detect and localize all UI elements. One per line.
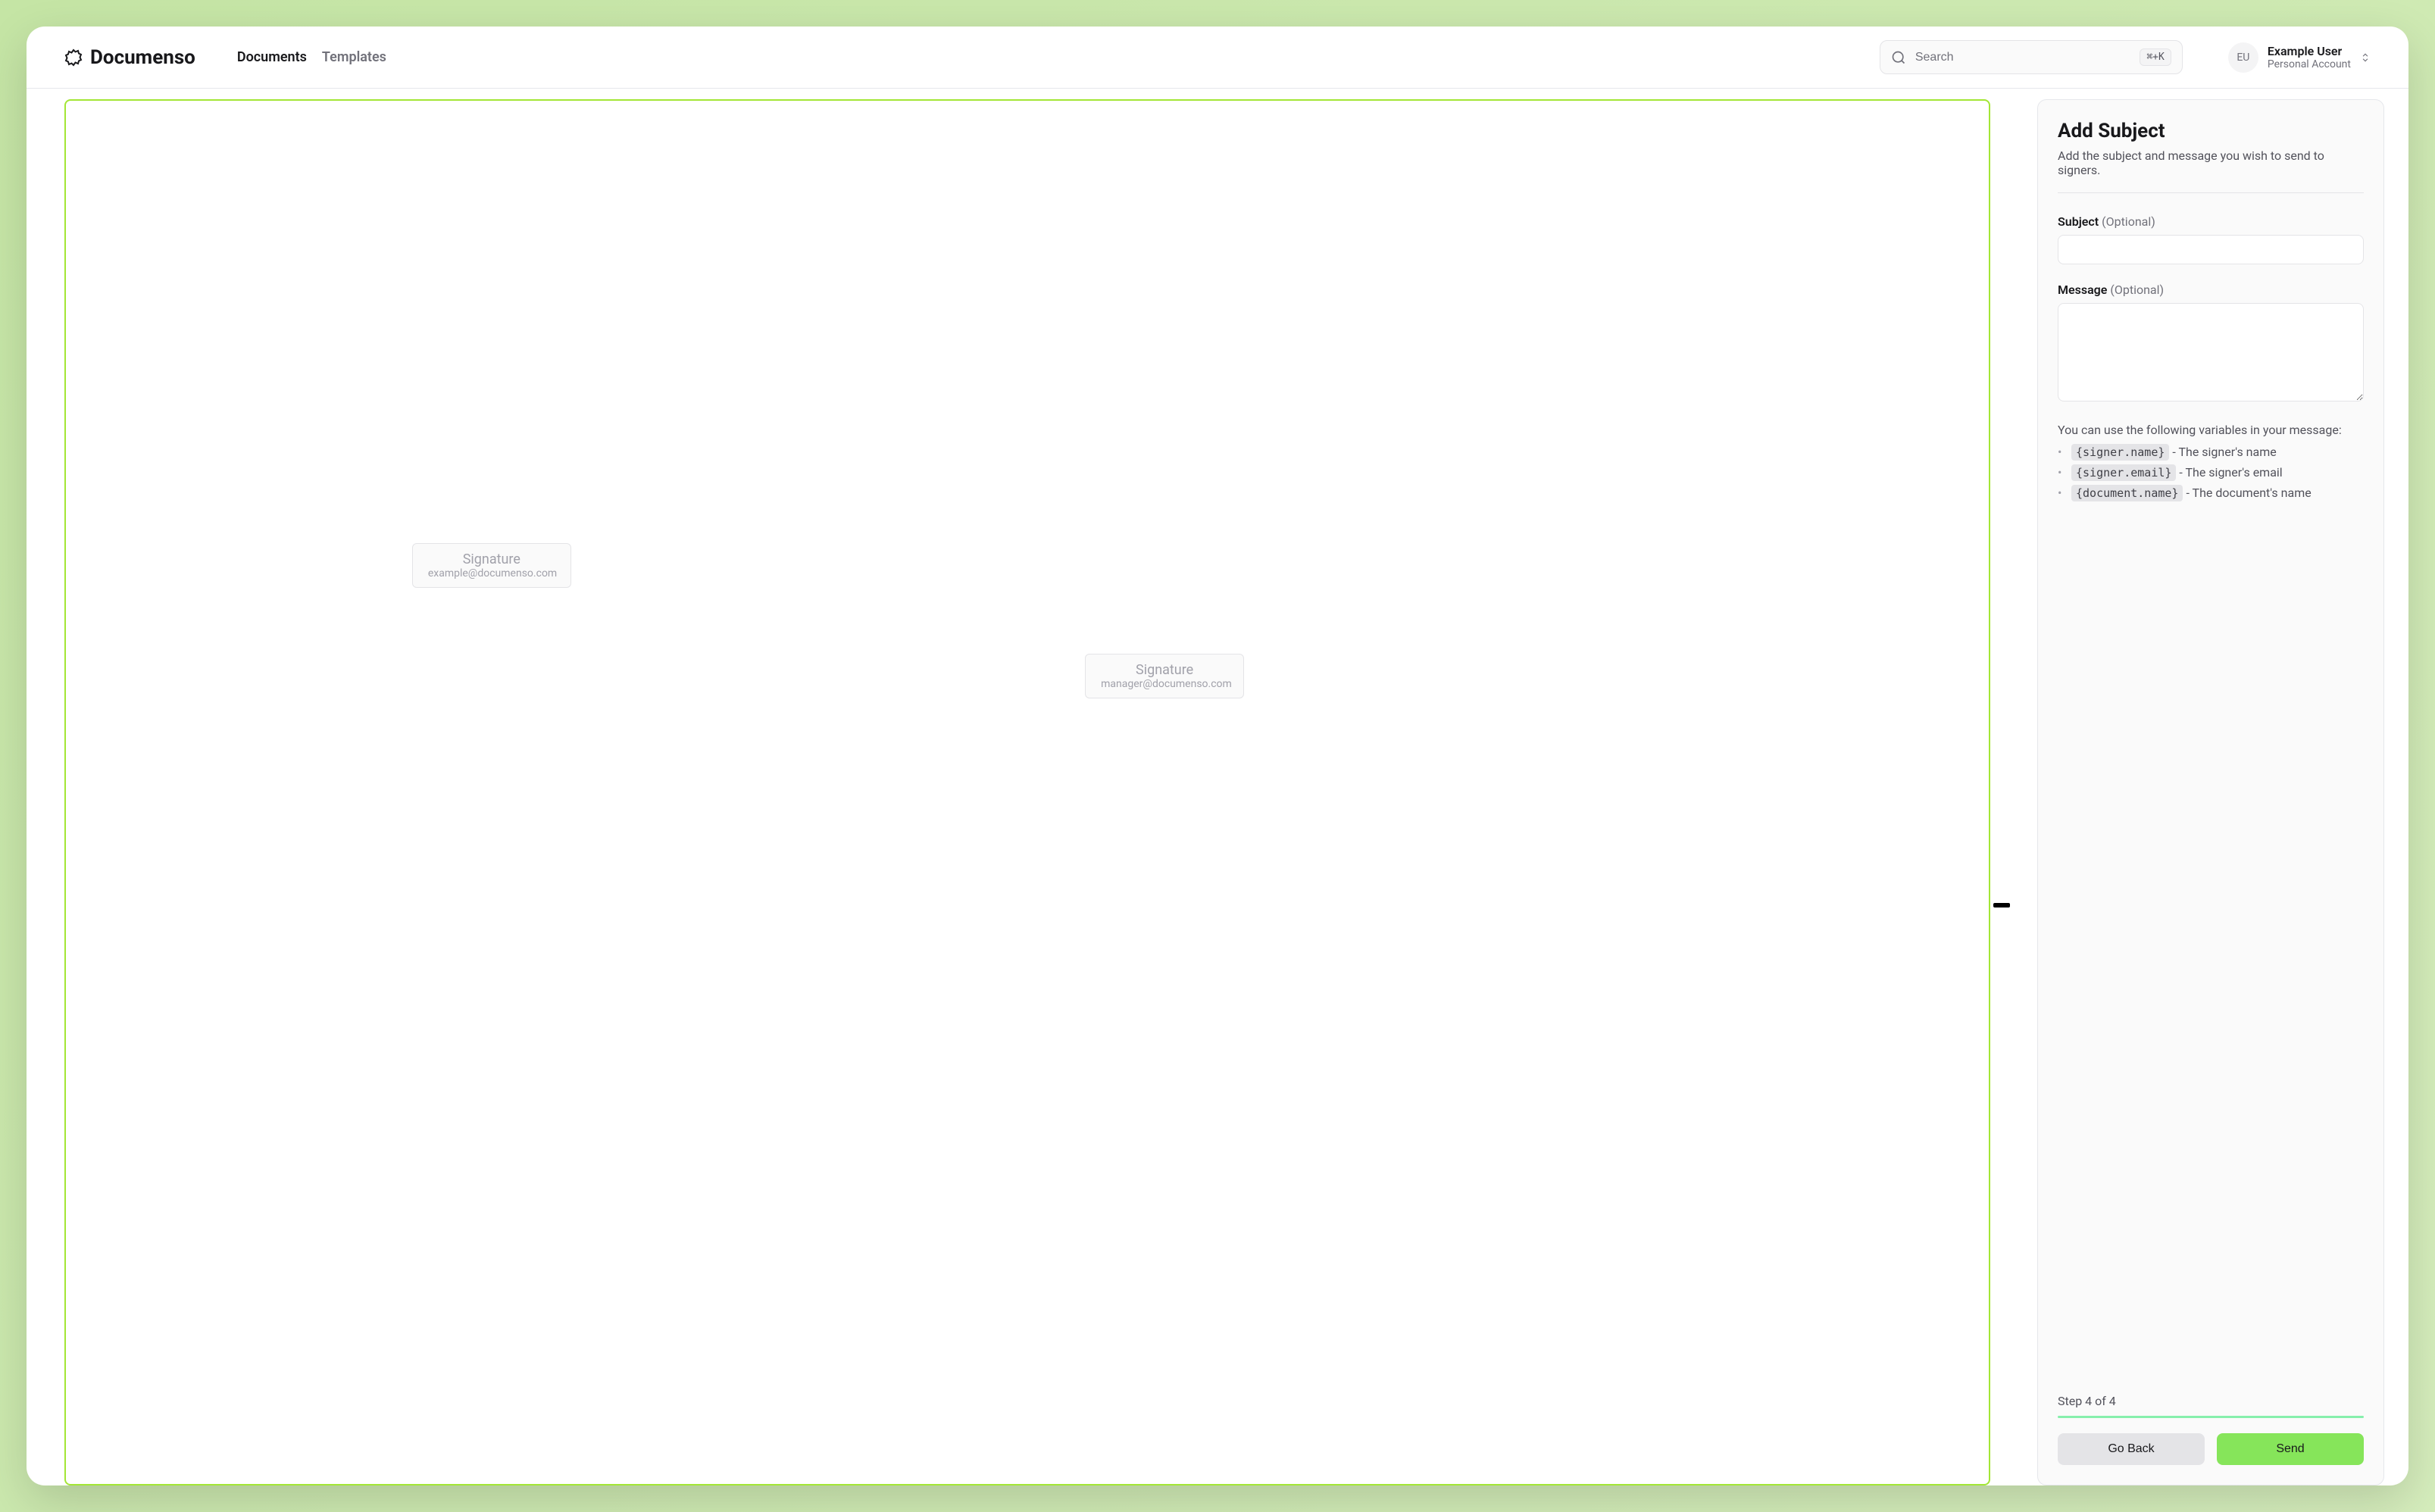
message-optional-text: (Optional) <box>2110 283 2164 297</box>
resize-handle[interactable] <box>1993 903 2010 908</box>
search-icon <box>1891 50 1906 65</box>
send-button[interactable]: Send <box>2217 1433 2364 1465</box>
header-bar: Documenso Documents Templates ⌘+K EU Exa… <box>27 27 2408 89</box>
subject-label: Subject (Optional) <box>2058 214 2364 229</box>
app-window: Documenso Documents Templates ⌘+K EU Exa… <box>27 27 2408 1485</box>
variables-intro: You can use the following variables in y… <box>2058 423 2364 437</box>
variable-code: {document.name} <box>2071 485 2183 501</box>
message-group: Message (Optional) <box>2058 283 2364 405</box>
variable-desc: - The document's name <box>2183 486 2311 500</box>
logo-icon <box>64 48 83 67</box>
nav-documents[interactable]: Documents <box>237 49 307 65</box>
nav-templates[interactable]: Templates <box>322 49 386 65</box>
go-back-button[interactable]: Go Back <box>2058 1433 2205 1465</box>
signature-field[interactable]: Signature manager@documenso.com <box>1085 654 1244 698</box>
main-content: Signature example@documenso.com Signatur… <box>27 89 2408 1485</box>
variables-list: {signer.name} - The signer's name {signe… <box>2058 445 2364 506</box>
message-label: Message (Optional) <box>2058 283 2364 297</box>
document-area: Signature example@documenso.com Signatur… <box>27 89 2013 1485</box>
step-indicator: Step 4 of 4 <box>2058 1394 2364 1408</box>
variable-item: {signer.email} - The signer's email <box>2071 465 2364 480</box>
signature-email: manager@documenso.com <box>1101 678 1228 690</box>
chevron-up-down-icon <box>2360 52 2371 63</box>
button-row: Go Back Send <box>2058 1433 2364 1465</box>
subject-group: Subject (Optional) <box>2058 214 2364 264</box>
search-box[interactable]: ⌘+K <box>1880 40 2183 74</box>
signature-field[interactable]: Signature example@documenso.com <box>412 543 571 588</box>
user-menu[interactable]: EU Example User Personal Account <box>2228 42 2371 73</box>
divider <box>2058 192 2364 193</box>
subject-optional-text: (Optional) <box>2102 214 2155 229</box>
subject-input[interactable] <box>2058 235 2364 264</box>
panel-subtitle: Add the subject and message you wish to … <box>2058 148 2364 177</box>
progress-bar <box>2058 1416 2364 1418</box>
variable-item: {document.name} - The document's name <box>2071 486 2364 500</box>
subject-panel: Add Subject Add the subject and message … <box>2037 99 2384 1485</box>
variable-code: {signer.email} <box>2071 464 2176 481</box>
signature-label: Signature <box>1101 662 1228 678</box>
panel-footer: Step 4 of 4 Go Back Send <box>2058 1394 2364 1465</box>
subject-label-text: Subject <box>2058 214 2099 229</box>
search-shortcut: ⌘+K <box>2140 48 2171 66</box>
user-account-label: Personal Account <box>2268 58 2351 70</box>
message-label-text: Message <box>2058 283 2107 297</box>
variable-item: {signer.name} - The signer's name <box>2071 445 2364 459</box>
sidebar: Add Subject Add the subject and message … <box>2013 89 2408 1485</box>
panel-title: Add Subject <box>2058 120 2364 142</box>
message-textarea[interactable] <box>2058 303 2364 401</box>
user-name: Example User <box>2268 44 2351 58</box>
search-input[interactable] <box>1915 51 2131 64</box>
avatar: EU <box>2228 42 2258 73</box>
variable-desc: - The signer's email <box>2176 465 2282 480</box>
document-page[interactable]: Signature example@documenso.com Signatur… <box>64 99 1990 1485</box>
main-nav: Documents Templates <box>237 49 386 65</box>
signature-email: example@documenso.com <box>428 567 555 579</box>
signature-label: Signature <box>428 551 555 567</box>
logo[interactable]: Documenso <box>64 46 195 69</box>
variable-code: {signer.name} <box>2071 444 2169 461</box>
user-info: Example User Personal Account <box>2268 44 2351 70</box>
variable-desc: - The signer's name <box>2169 445 2276 459</box>
logo-text: Documenso <box>90 46 195 69</box>
